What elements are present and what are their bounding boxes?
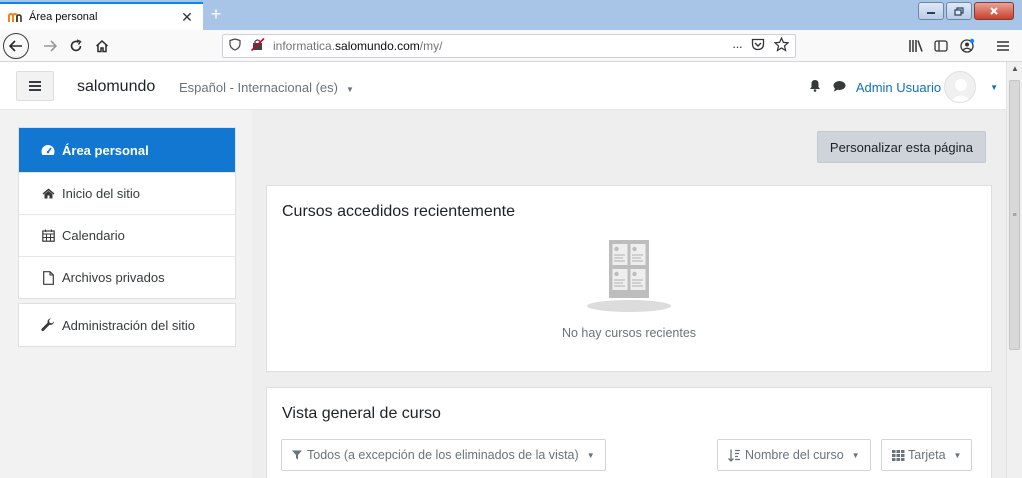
url-text: informatica.salomundo.com/my/	[273, 39, 732, 53]
nav-drawer: Área personal Inicio del sitio Calendari…	[18, 127, 236, 347]
file-icon	[41, 270, 55, 285]
sort-alpha-icon	[728, 449, 741, 462]
no-recent-courses-text: No hay cursos recientes	[561, 326, 697, 340]
nav-item-label: Administración del sitio	[62, 317, 195, 333]
pocket-icon[interactable]	[751, 38, 765, 54]
messages-icon[interactable]	[833, 80, 846, 95]
nav-item-label: Archivos privados	[62, 270, 165, 285]
sort-label: Nombre del curso	[745, 448, 844, 462]
nav-item-label: Área personal	[62, 142, 149, 158]
filter-funnel-icon	[292, 450, 302, 460]
nav-item-label: Inicio del sitio	[62, 186, 141, 201]
caret-down-icon: ▼	[953, 450, 962, 460]
caret-down-icon: ▼	[586, 450, 595, 460]
caret-down-icon: ▼	[345, 85, 354, 94]
browser-tab-strip: Área personal ✕ +	[0, 0, 1022, 30]
nav-item-label: Calendario	[62, 228, 125, 243]
grouping-filter-dropdown[interactable]: Todos (a excepción de los eliminados de …	[281, 439, 606, 471]
forward-icon[interactable]	[38, 34, 62, 58]
sort-dropdown[interactable]: Nombre del curso ▼	[717, 439, 871, 471]
recent-courses-block: Cursos accedidos recientemente No hay cu…	[266, 185, 992, 372]
drawer-toggle-button[interactable]	[16, 71, 54, 101]
course-overview-block: Vista general de curso Todos (a excepció…	[266, 387, 992, 478]
close-window-icon[interactable]	[974, 2, 1014, 20]
grid-view-icon	[892, 449, 905, 461]
browser-tab[interactable]: Área personal ✕	[0, 2, 203, 30]
url-bar[interactable]: informatica.salomundo.com/my/ ···	[222, 34, 796, 58]
no-courses-illustration-icon	[587, 240, 671, 314]
user-menu-name[interactable]: Admin Usuario	[856, 80, 941, 95]
insecure-lock-icon[interactable]	[250, 37, 265, 54]
nav-item-archivos-privados[interactable]: Archivos privados	[19, 256, 235, 298]
back-icon[interactable]	[3, 33, 29, 59]
language-menu[interactable]: Español - Internacional (es) ▼	[179, 80, 354, 95]
home-button-icon[interactable]	[90, 34, 114, 58]
library-icon[interactable]	[904, 34, 928, 58]
reload-icon[interactable]	[64, 34, 88, 58]
nav-group-main: Área personal Inicio del sitio Calendari…	[18, 127, 236, 299]
close-tab-icon[interactable]: ✕	[179, 9, 195, 26]
user-menu-caret-icon[interactable]: ▼	[990, 83, 998, 92]
nav-group-admin: Administración del sitio	[18, 303, 236, 347]
site-brand-link[interactable]: salomundo	[77, 78, 155, 96]
tracking-shield-icon[interactable]	[229, 38, 241, 54]
calendar-icon	[41, 229, 55, 243]
restore-window-icon[interactable]	[946, 2, 972, 20]
nav-item-area-personal[interactable]: Área personal	[19, 128, 235, 172]
moodle-favicon-icon	[8, 10, 24, 24]
browser-toolbar: informatica.salomundo.com/my/ ···	[0, 30, 1022, 62]
nav-item-administracion-del-sitio[interactable]: Administración del sitio	[19, 304, 235, 346]
view-mode-dropdown[interactable]: Tarjeta ▼	[881, 439, 973, 471]
user-avatar[interactable]	[944, 71, 977, 103]
hamburger-icon	[29, 79, 41, 94]
wrench-icon	[41, 318, 55, 332]
url-prefix: informatica.	[273, 39, 336, 53]
nav-item-calendario[interactable]: Calendario	[19, 214, 235, 256]
page-actions-icon[interactable]: ···	[732, 39, 743, 54]
view-mode-label: Tarjeta	[908, 448, 946, 462]
grouping-filter-label: Todos (a excepción de los eliminados de …	[307, 448, 579, 462]
notifications-bell-icon[interactable]	[809, 79, 821, 95]
user-nav: Admin Usuario ▼	[809, 71, 998, 103]
account-icon[interactable]	[955, 34, 979, 58]
main-region: Personalizar esta página Cursos accedido…	[252, 110, 1006, 478]
language-label: Español - Internacional (es)	[179, 80, 338, 95]
page-scrollbar[interactable]: ▲ ≡	[1006, 62, 1022, 478]
url-domain: salomundo.com	[335, 39, 420, 53]
minimize-window-icon[interactable]	[918, 2, 944, 20]
nav-item-inicio-del-sitio[interactable]: Inicio del sitio	[19, 172, 235, 214]
home-icon	[41, 187, 55, 201]
course-overview-title: Vista general de curso	[282, 405, 441, 422]
sidebar-toggle-icon[interactable]	[929, 34, 953, 58]
url-actions: ···	[732, 36, 790, 55]
bookmark-star-icon[interactable]	[773, 36, 790, 55]
scroll-up-arrow-icon[interactable]: ▲	[1010, 64, 1020, 74]
scrollbar-thumb[interactable]: ≡	[1009, 80, 1020, 350]
new-tab-icon[interactable]: +	[206, 3, 226, 27]
app-menu-icon[interactable]	[991, 34, 1015, 58]
page-content: Área personal Inicio del sitio Calendari…	[0, 110, 1006, 478]
recent-courses-title: Cursos accedidos recientemente	[282, 203, 516, 220]
window-controls	[916, 2, 1014, 20]
tab-title: Área personal	[29, 11, 98, 23]
url-path: /my/	[419, 39, 443, 53]
site-navbar: salomundo Español - Internacional (es) ▼ …	[0, 62, 1006, 110]
customize-page-button[interactable]: Personalizar esta página	[816, 131, 986, 163]
dashboard-icon	[41, 143, 55, 157]
caret-down-icon: ▼	[851, 450, 860, 460]
